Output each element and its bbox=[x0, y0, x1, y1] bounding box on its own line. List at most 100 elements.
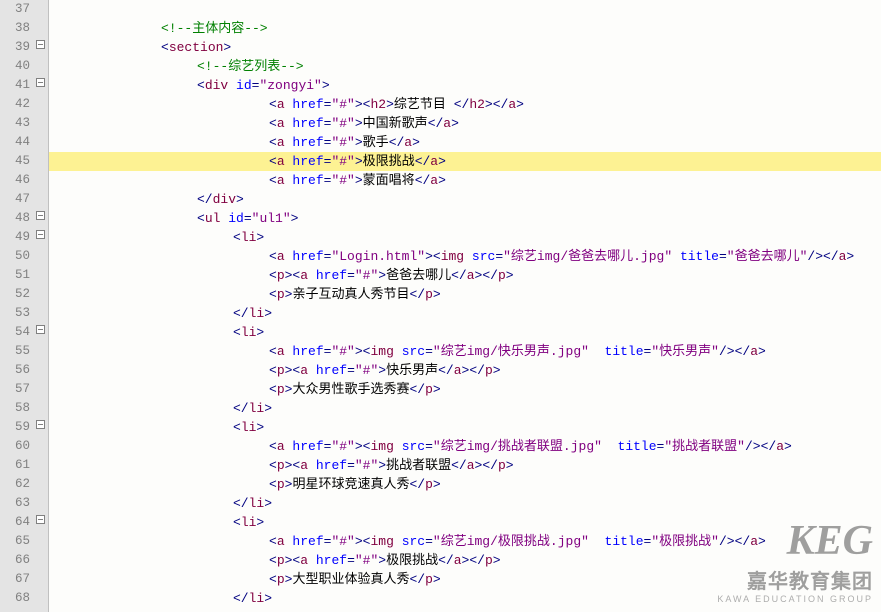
token-br: > bbox=[846, 249, 854, 264]
code-line[interactable]: <p><a href="#">快乐男声</a></p> bbox=[49, 361, 881, 380]
token-br: </ bbox=[451, 268, 467, 283]
fold-collapse-icon[interactable] bbox=[36, 40, 45, 49]
gutter-row: 59 bbox=[0, 418, 48, 437]
code-line[interactable] bbox=[49, 0, 881, 19]
code-line[interactable]: <li> bbox=[49, 418, 881, 437]
code-line[interactable]: <section> bbox=[49, 38, 881, 57]
token-br: < bbox=[269, 287, 277, 302]
token-br: < bbox=[269, 173, 277, 188]
fold-collapse-icon[interactable] bbox=[36, 420, 45, 429]
token-vl: "#" bbox=[355, 458, 378, 473]
line-number: 58 bbox=[0, 399, 34, 418]
token-br: < bbox=[269, 534, 277, 549]
code-line[interactable]: <a href="#">极限挑战</a> bbox=[49, 152, 881, 171]
code-line[interactable]: <p>大型职业体验真人秀</p> bbox=[49, 570, 881, 589]
token-tg: p bbox=[485, 553, 493, 568]
code-line[interactable]: <a href="#"><img src="综艺img/挑战者联盟.jpg" t… bbox=[49, 437, 881, 456]
token-cm: <!--综艺列表--> bbox=[197, 59, 304, 74]
token-br: > bbox=[223, 40, 231, 55]
code-line[interactable]: <ul id="ul1"> bbox=[49, 209, 881, 228]
token-br: > bbox=[758, 344, 766, 359]
token-br: >< bbox=[285, 553, 301, 568]
token-tg: a bbox=[750, 534, 758, 549]
fold-marker[interactable] bbox=[34, 76, 46, 95]
token-tx: 歌手 bbox=[363, 135, 389, 150]
code-line[interactable]: </div> bbox=[49, 190, 881, 209]
token-tx bbox=[589, 344, 605, 359]
token-an: title bbox=[680, 249, 719, 264]
gutter-row: 60 bbox=[0, 437, 48, 456]
code-line[interactable]: <!--主体内容--> bbox=[49, 19, 881, 38]
token-tx: 亲子互动真人秀节目 bbox=[292, 287, 409, 302]
fold-marker[interactable] bbox=[34, 513, 46, 532]
line-number: 45 bbox=[0, 152, 34, 171]
token-cm: <!--主体内容--> bbox=[161, 21, 268, 36]
token-tg: a bbox=[430, 154, 438, 169]
fold-collapse-icon[interactable] bbox=[36, 211, 45, 220]
token-an: src bbox=[402, 534, 425, 549]
code-line[interactable]: <a href="#">歌手</a> bbox=[49, 133, 881, 152]
code-line[interactable]: <a href="#"><h2>综艺节目 </h2></a> bbox=[49, 95, 881, 114]
token-pu: = bbox=[244, 211, 252, 226]
gutter-row: 50 bbox=[0, 247, 48, 266]
token-tg: img bbox=[370, 344, 401, 359]
token-br: < bbox=[269, 553, 277, 568]
line-number: 64 bbox=[0, 513, 34, 532]
token-tx: 快乐男声 bbox=[386, 363, 438, 378]
token-tg: h2 bbox=[370, 97, 386, 112]
token-br: /></ bbox=[807, 249, 838, 264]
token-vl: "#" bbox=[355, 553, 378, 568]
line-number: 63 bbox=[0, 494, 34, 513]
code-line[interactable]: <p>明星环球竞速真人秀</p> bbox=[49, 475, 881, 494]
fold-marker[interactable] bbox=[34, 323, 46, 342]
token-br: </ bbox=[409, 287, 425, 302]
code-line[interactable]: <p>大众男性歌手选秀赛</p> bbox=[49, 380, 881, 399]
line-number: 52 bbox=[0, 285, 34, 304]
code-line[interactable]: </li> bbox=[49, 399, 881, 418]
fold-collapse-icon[interactable] bbox=[36, 515, 45, 524]
code-line[interactable]: <li> bbox=[49, 228, 881, 247]
code-line[interactable]: </li> bbox=[49, 589, 881, 608]
code-line[interactable]: <p><a href="#">爸爸去哪儿</a></p> bbox=[49, 266, 881, 285]
fold-collapse-icon[interactable] bbox=[36, 230, 45, 239]
token-br: > bbox=[378, 458, 386, 473]
code-area[interactable]: <!--主体内容--> <section> <!--综艺列表--> <div id="… bbox=[49, 0, 881, 612]
fold-marker[interactable] bbox=[34, 38, 46, 57]
code-line[interactable]: <a href="Login.html"><img src="综艺img/爸爸去… bbox=[49, 247, 881, 266]
code-line[interactable]: <a href="#"><img src="综艺img/快乐男声.jpg" ti… bbox=[49, 342, 881, 361]
line-number: 39 bbox=[0, 38, 34, 57]
token-vl: "#" bbox=[331, 344, 354, 359]
token-br: > bbox=[493, 363, 501, 378]
code-line[interactable]: </li> bbox=[49, 304, 881, 323]
code-line[interactable]: <p><a href="#">挑战者联盟</a></p> bbox=[49, 456, 881, 475]
token-br: </ bbox=[233, 306, 249, 321]
code-line[interactable]: <a href="#">中国新歌声</a> bbox=[49, 114, 881, 133]
token-br: > bbox=[433, 287, 441, 302]
line-gutter[interactable]: 3738394041424344454647484950515253545556… bbox=[0, 0, 49, 612]
code-line[interactable]: <p>亲子互动真人秀节目</p> bbox=[49, 285, 881, 304]
code-line[interactable]: <li> bbox=[49, 513, 881, 532]
fold-collapse-icon[interactable] bbox=[36, 325, 45, 334]
gutter-row: 49 bbox=[0, 228, 48, 247]
code-line[interactable]: <div id="zongyi"> bbox=[49, 76, 881, 95]
token-an: href bbox=[316, 363, 347, 378]
code-line[interactable]: <li> bbox=[49, 323, 881, 342]
code-line[interactable]: <a href="#"><img src="综艺img/极限挑战.jpg" ti… bbox=[49, 532, 881, 551]
token-br: </ bbox=[438, 553, 454, 568]
token-br: > bbox=[433, 382, 441, 397]
code-line[interactable]: <a href="#">蒙面唱将</a> bbox=[49, 171, 881, 190]
token-br: < bbox=[269, 458, 277, 473]
fold-collapse-icon[interactable] bbox=[36, 78, 45, 87]
gutter-row: 42 bbox=[0, 95, 48, 114]
line-number: 56 bbox=[0, 361, 34, 380]
code-editor[interactable]: 3738394041424344454647484950515253545556… bbox=[0, 0, 881, 612]
fold-marker[interactable] bbox=[34, 228, 46, 247]
code-line[interactable]: <p><a href="#">极限挑战</a></p> bbox=[49, 551, 881, 570]
code-line[interactable]: <!--综艺列表--> bbox=[49, 57, 881, 76]
token-br: > bbox=[506, 268, 514, 283]
token-an: title bbox=[618, 439, 657, 454]
token-br: >< bbox=[355, 344, 371, 359]
fold-marker[interactable] bbox=[34, 209, 46, 228]
code-line[interactable]: </li> bbox=[49, 494, 881, 513]
fold-marker[interactable] bbox=[34, 418, 46, 437]
